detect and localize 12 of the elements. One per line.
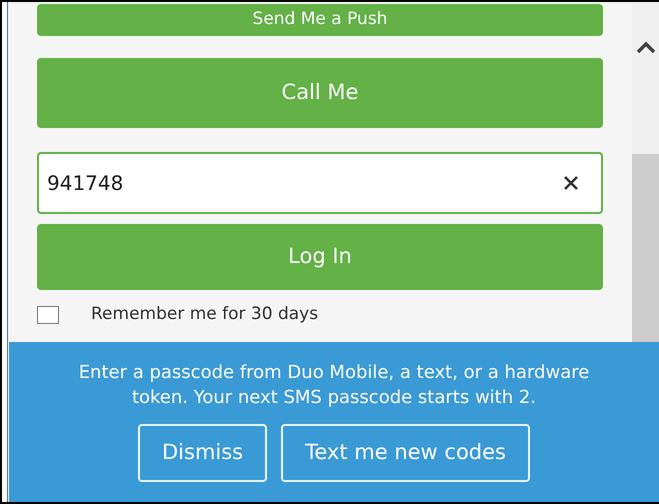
clear-icon[interactable] bbox=[563, 175, 579, 191]
notice-message: Enter a passcode from Duo Mobile, a text, or a hardware token. Your next SMS passcode starts with 2. bbox=[78, 361, 590, 410]
notice-button[interactable]: Text me new codes bbox=[281, 424, 530, 482]
notice-button[interactable]: Dismiss bbox=[138, 424, 268, 482]
passcode-field[interactable]: 941748 bbox=[37, 152, 603, 214]
login-button[interactable]: Log In bbox=[37, 224, 603, 290]
scroll-up-icon[interactable] bbox=[636, 40, 656, 54]
remember-label: Remember me for 30 days bbox=[91, 303, 318, 326]
remember-checkbox[interactable] bbox=[37, 306, 59, 324]
push-button[interactable]: Send Me a Push bbox=[37, 4, 603, 36]
scrollbar[interactable] bbox=[632, 2, 659, 342]
call-button[interactable]: Call Me bbox=[37, 58, 603, 128]
